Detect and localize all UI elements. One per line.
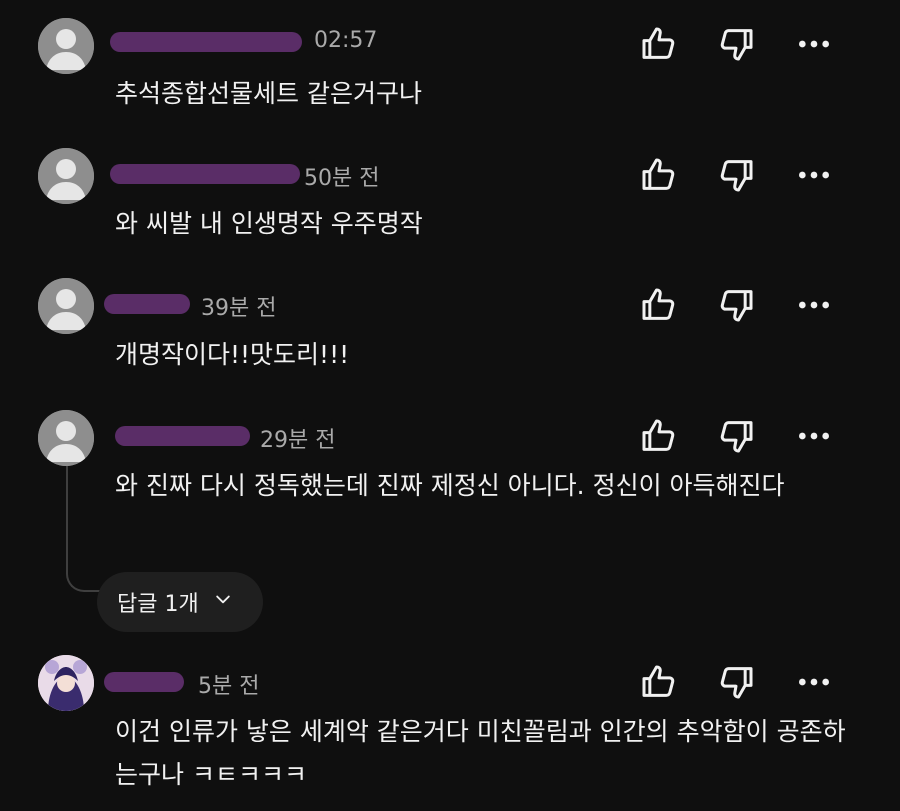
thumbs-up-icon[interactable] (639, 416, 679, 456)
comment-timestamp: 50분 전 (304, 166, 380, 191)
redacted-username (110, 32, 302, 52)
thumbs-up-icon[interactable] (639, 285, 679, 325)
comment-text: 와 씨발 내 인생명작 우주명작 (115, 209, 423, 238)
chevron-down-icon (213, 589, 233, 615)
thumbs-down-icon[interactable] (716, 416, 756, 456)
avatar[interactable] (38, 148, 94, 204)
reply-thread-line (66, 458, 106, 592)
redacted-username (104, 672, 184, 692)
redacted-username (104, 294, 190, 314)
avatar[interactable] (38, 410, 94, 466)
redacted-username (110, 164, 300, 184)
comment-timestamp: 39분 전 (201, 296, 277, 321)
comment-timestamp: 02:57 (314, 28, 378, 53)
thumbs-down-icon[interactable] (716, 285, 756, 325)
reply-count-label: 답글 1개 (117, 592, 199, 617)
thumbs-down-icon[interactable] (716, 662, 756, 702)
more-options-icon[interactable] (794, 285, 834, 325)
avatar[interactable] (38, 278, 94, 334)
thumbs-up-icon[interactable] (639, 155, 679, 195)
more-options-icon[interactable] (794, 416, 834, 456)
more-options-icon[interactable] (794, 662, 834, 702)
more-options-icon[interactable] (794, 24, 834, 64)
view-replies-button[interactable]: 답글 1개 (97, 572, 263, 632)
comment-text: 추석종합선물세트 같은거구나 (115, 79, 422, 108)
redacted-username (115, 426, 250, 446)
comment-text: 와 진짜 다시 정독했는데 진짜 제정신 아니다. 정신이 아득해진다 (115, 471, 785, 500)
more-options-icon[interactable] (794, 155, 834, 195)
comment-timestamp: 29분 전 (260, 428, 336, 453)
avatar[interactable] (38, 18, 94, 74)
comment-timestamp: 5분 전 (198, 674, 260, 699)
comment-text: 개명작이다!!맛도리!!! (115, 340, 350, 369)
thumbs-up-icon[interactable] (639, 24, 679, 64)
thumbs-up-icon[interactable] (639, 662, 679, 702)
thumbs-down-icon[interactable] (716, 24, 756, 64)
thumbs-down-icon[interactable] (716, 155, 756, 195)
avatar[interactable] (38, 655, 94, 711)
comment-text: 이건 인류가 낳은 세계악 같은거다 미친꼴림과 인간의 추악함이 공존하는구나… (115, 717, 846, 789)
